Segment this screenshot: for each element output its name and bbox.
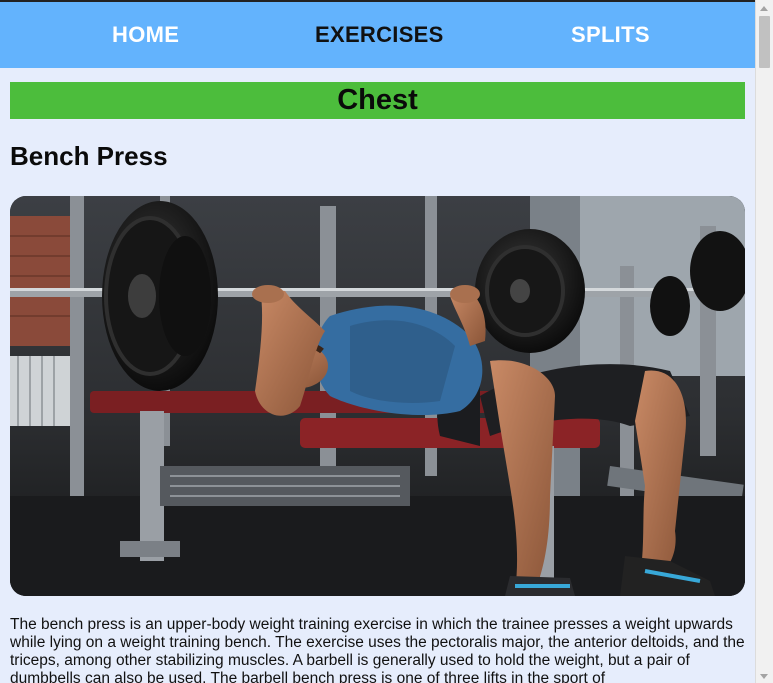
nav-exercises-link[interactable]: EXERCISES bbox=[315, 22, 444, 48]
exercise-description: The bench press is an upper-body weight … bbox=[10, 616, 745, 683]
vertical-scrollbar[interactable] bbox=[755, 0, 773, 683]
exercise-title: Bench Press bbox=[10, 141, 168, 171]
top-navigation-bar: HOME EXERCISES SPLITS bbox=[0, 0, 755, 68]
exercise-photo bbox=[10, 196, 745, 596]
nav-splits-link[interactable]: SPLITS bbox=[571, 22, 650, 48]
nav-home-link[interactable]: HOME bbox=[112, 22, 179, 48]
category-banner: Chest bbox=[10, 82, 745, 119]
scroll-up-arrow-icon[interactable] bbox=[760, 6, 768, 11]
bench-press-illustration bbox=[10, 196, 745, 596]
scroll-down-arrow-icon[interactable] bbox=[760, 674, 768, 679]
page-viewport: HOME EXERCISES SPLITS Chest Bench Press bbox=[0, 0, 755, 683]
category-title: Chest bbox=[337, 84, 418, 116]
scrollbar-thumb[interactable] bbox=[759, 16, 770, 68]
